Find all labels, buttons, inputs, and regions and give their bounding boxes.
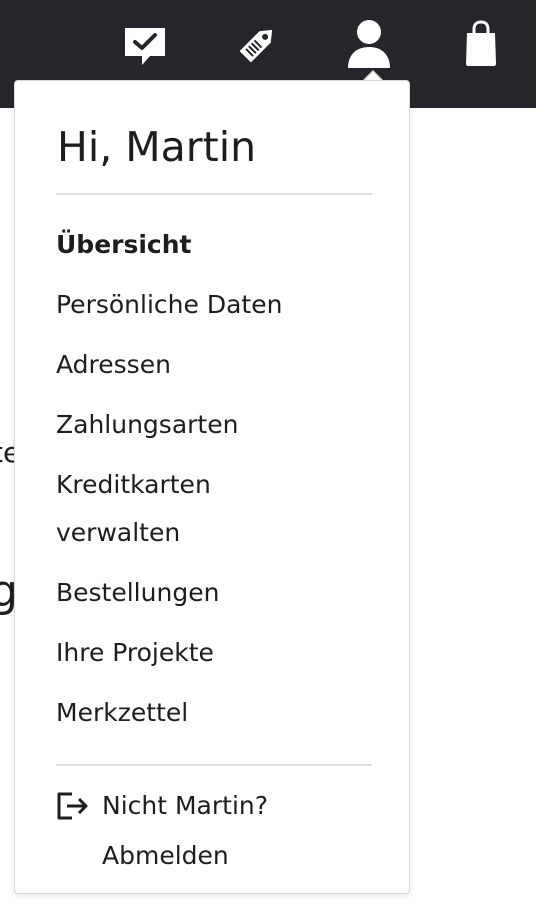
menu-item-addresses[interactable]: Adressen — [56, 341, 376, 389]
logout-icon — [57, 792, 88, 820]
account-menu-list: Übersicht Persönliche Daten Adressen Zah… — [56, 221, 376, 749]
divider-bottom — [56, 764, 372, 766]
divider-top — [56, 193, 372, 195]
menu-item-wishlist[interactable]: Merkzettel — [56, 689, 376, 737]
menu-item-payment-methods[interactable]: Zahlungsarten — [56, 401, 376, 449]
menu-item-orders[interactable]: Bestellungen — [56, 569, 376, 617]
menu-item-overview[interactable]: Übersicht — [56, 221, 376, 269]
account-dropdown: Hi, Martin Übersicht Persönliche Daten A… — [14, 80, 410, 894]
tag-icon[interactable] — [235, 22, 281, 66]
menu-item-personal-data[interactable]: Persönliche Daten — [56, 281, 376, 329]
logout-label: Nicht Martin? Abmelden — [102, 791, 269, 870]
messages-check-icon[interactable] — [122, 26, 168, 68]
shopping-bag-icon[interactable] — [463, 20, 499, 68]
menu-item-manage-credit-cards[interactable]: Kreditkarten verwalten — [56, 461, 296, 557]
menu-item-projects[interactable]: Ihre Projekte — [56, 629, 376, 677]
user-icon[interactable] — [345, 18, 393, 70]
greeting-heading: Hi, Martin — [57, 123, 257, 171]
